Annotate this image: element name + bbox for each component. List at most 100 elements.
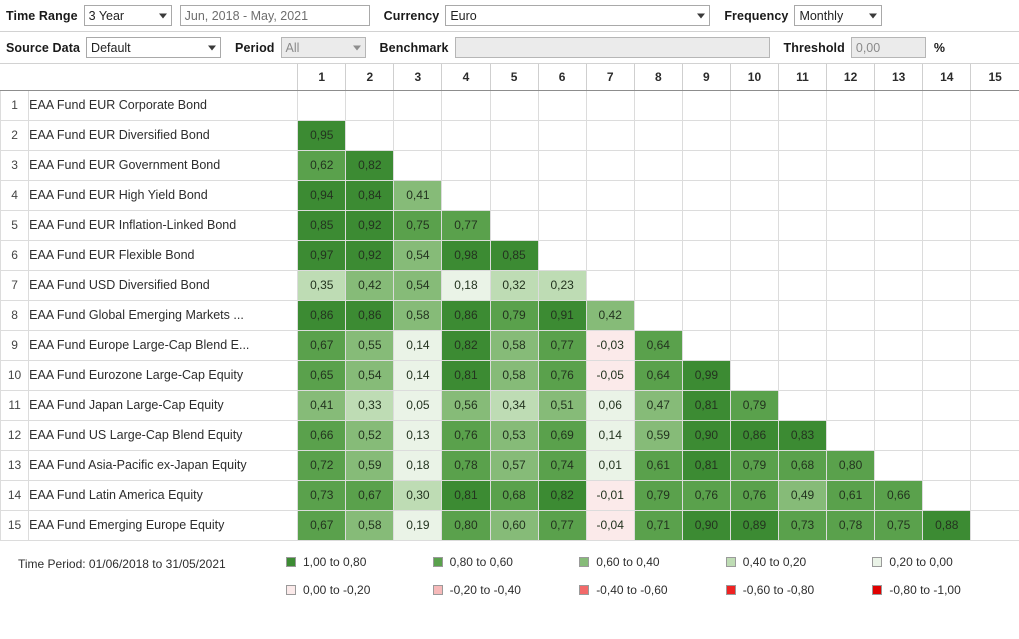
matrix-cell[interactable]: 0,82 <box>441 330 491 361</box>
matrix-col-header-9[interactable]: 9 <box>681 64 731 91</box>
matrix-col-header-1[interactable]: 1 <box>297 64 346 91</box>
matrix-cell[interactable]: 0,53 <box>489 420 539 451</box>
matrix-cell[interactable]: 0,77 <box>537 510 587 541</box>
row-label-fund-name[interactable]: EAA Fund EUR Government Bond <box>28 150 299 181</box>
matrix-cell[interactable]: 0,66 <box>297 420 346 451</box>
matrix-cell[interactable]: 0,42 <box>345 270 394 301</box>
matrix-cell[interactable]: 0,68 <box>489 480 539 511</box>
matrix-cell[interactable]: 0,58 <box>345 510 394 541</box>
matrix-cell[interactable]: 0,99 <box>681 360 731 391</box>
matrix-cell[interactable]: 0,54 <box>345 360 394 391</box>
matrix-cell[interactable]: 0,64 <box>633 330 683 361</box>
matrix-cell[interactable]: 0,57 <box>489 450 539 481</box>
row-label-fund-name[interactable]: EAA Fund Global Emerging Markets ... <box>28 300 299 331</box>
matrix-cell[interactable]: 0,33 <box>345 390 394 421</box>
table-row[interactable]: 4 EAA Fund EUR High Yield Bond 0,94 0,84 0,4… <box>0 180 1019 211</box>
row-label-fund-name[interactable]: EAA Fund US Large-Cap Blend Equity <box>28 420 299 451</box>
matrix-cell[interactable]: 0,62 <box>297 150 346 181</box>
period-select[interactable]: All <box>280 37 366 58</box>
matrix-cell[interactable]: 0,30 <box>393 480 442 511</box>
matrix-cell[interactable]: 0,01 <box>585 450 635 481</box>
matrix-cell[interactable]: 0,41 <box>297 390 346 421</box>
table-row[interactable]: 13 EAA Fund Asia-Pacific ex-Japan Equity 0… <box>0 450 1019 481</box>
matrix-cell[interactable]: 0,84 <box>345 180 394 211</box>
row-label-fund-name[interactable]: EAA Fund Asia-Pacific ex-Japan Equity <box>28 450 299 481</box>
matrix-cell[interactable]: 0,56 <box>441 390 491 421</box>
table-row[interactable]: 7 EAA Fund USD Diversified Bond 0,35 0,42 0,… <box>0 270 1019 301</box>
matrix-cell[interactable]: 0,74 <box>537 450 587 481</box>
matrix-cell[interactable]: 0,76 <box>681 480 731 511</box>
table-row[interactable]: 12 EAA Fund US Large-Cap Blend Equity 0,66… <box>0 420 1019 451</box>
matrix-cell[interactable]: 0,67 <box>345 480 394 511</box>
matrix-cell[interactable]: 0,80 <box>826 450 875 481</box>
matrix-cell[interactable]: 0,14 <box>585 420 635 451</box>
matrix-cell[interactable]: 0,79 <box>729 390 779 421</box>
matrix-cell[interactable]: 0,68 <box>777 450 827 481</box>
table-row[interactable]: 11 EAA Fund Japan Large-Cap Equity 0,41 0,3… <box>0 390 1019 421</box>
table-row[interactable]: 8 EAA Fund Global Emerging Markets ... 0,8… <box>0 300 1019 331</box>
matrix-cell[interactable]: 0,86 <box>441 300 491 331</box>
matrix-cell[interactable]: -0,03 <box>585 330 635 361</box>
matrix-col-header-8[interactable]: 8 <box>633 64 683 91</box>
matrix-cell[interactable]: -0,05 <box>585 360 635 391</box>
matrix-cell[interactable]: 0,78 <box>441 450 491 481</box>
matrix-cell[interactable]: 0,81 <box>681 450 731 481</box>
row-label-fund-name[interactable]: EAA Fund Europe Large-Cap Blend E... <box>28 330 299 361</box>
matrix-cell[interactable]: 0,34 <box>489 390 539 421</box>
matrix-cell[interactable]: 0,69 <box>537 420 587 451</box>
matrix-cell[interactable]: 0,80 <box>441 510 491 541</box>
table-row[interactable]: 3 EAA Fund EUR Government Bond 0,62 0,82 <box>0 150 1019 181</box>
matrix-cell[interactable]: 0,64 <box>633 360 683 391</box>
matrix-cell[interactable]: 0,06 <box>585 390 635 421</box>
matrix-cell[interactable]: 0,81 <box>681 390 731 421</box>
matrix-cell[interactable]: 0,67 <box>297 510 346 541</box>
matrix-col-header-13[interactable]: 13 <box>874 64 923 91</box>
date-range-field[interactable]: Jun, 2018 - May, 2021 <box>179 5 370 26</box>
matrix-cell[interactable]: 0,41 <box>393 180 442 211</box>
matrix-cell[interactable]: 0,88 <box>922 510 971 541</box>
matrix-cell[interactable]: 0,76 <box>729 480 779 511</box>
matrix-cell[interactable]: 0,19 <box>393 510 442 541</box>
matrix-cell[interactable]: 0,72 <box>297 450 346 481</box>
matrix-cell[interactable]: 0,18 <box>441 270 491 301</box>
matrix-cell[interactable]: 0,77 <box>537 330 587 361</box>
row-label-fund-name[interactable]: EAA Fund EUR High Yield Bond <box>28 180 299 211</box>
matrix-col-header-3[interactable]: 3 <box>393 64 442 91</box>
matrix-cell[interactable]: 0,92 <box>345 240 394 271</box>
matrix-cell[interactable]: 0,42 <box>585 300 635 331</box>
matrix-cell[interactable]: 0,79 <box>729 450 779 481</box>
benchmark-field[interactable] <box>454 37 770 58</box>
matrix-cell[interactable]: 0,76 <box>441 420 491 451</box>
table-row[interactable]: 10 EAA Fund Eurozone Large-Cap Equity 0,65… <box>0 360 1019 391</box>
matrix-cell[interactable]: -0,01 <box>585 480 635 511</box>
time-range-select[interactable]: 3 Year <box>83 5 172 26</box>
row-label-fund-name[interactable]: EAA Fund USD Diversified Bond <box>28 270 299 301</box>
matrix-col-header-11[interactable]: 11 <box>777 64 827 91</box>
matrix-cell[interactable]: 0,18 <box>393 450 442 481</box>
matrix-cell[interactable]: 0,79 <box>633 480 683 511</box>
matrix-cell[interactable]: 0,71 <box>633 510 683 541</box>
matrix-cell[interactable]: 0,75 <box>874 510 923 541</box>
matrix-col-header-6[interactable]: 6 <box>537 64 587 91</box>
matrix-cell[interactable]: 0,14 <box>393 330 442 361</box>
matrix-cell[interactable]: 0,82 <box>345 150 394 181</box>
matrix-cell[interactable]: 0,83 <box>777 420 827 451</box>
matrix-cell[interactable]: 0,86 <box>297 300 346 331</box>
matrix-cell[interactable]: 0,59 <box>345 450 394 481</box>
matrix-cell[interactable]: 0,61 <box>633 450 683 481</box>
matrix-cell[interactable]: 0,58 <box>489 360 539 391</box>
matrix-cell[interactable]: 0,66 <box>874 480 923 511</box>
table-row[interactable]: 2 EAA Fund EUR Diversified Bond 0,95 <box>0 120 1019 151</box>
table-row[interactable]: 9 EAA Fund Europe Large-Cap Blend E... 0,6… <box>0 330 1019 361</box>
matrix-cell[interactable]: 0,54 <box>393 240 442 271</box>
matrix-cell[interactable]: 0,81 <box>441 360 491 391</box>
table-row[interactable]: 14 EAA Fund Latin America Equity 0,73 0,67 0… <box>0 480 1019 511</box>
matrix-cell[interactable]: 0,81 <box>441 480 491 511</box>
matrix-cell[interactable]: 0,95 <box>297 120 346 151</box>
matrix-cell[interactable]: 0,94 <box>297 180 346 211</box>
matrix-cell[interactable]: 0,35 <box>297 270 346 301</box>
matrix-cell[interactable]: 0,79 <box>489 300 539 331</box>
matrix-cell[interactable]: 0,05 <box>393 390 442 421</box>
matrix-cell[interactable]: 0,61 <box>826 480 875 511</box>
row-label-fund-name[interactable]: EAA Fund EUR Diversified Bond <box>28 120 299 151</box>
